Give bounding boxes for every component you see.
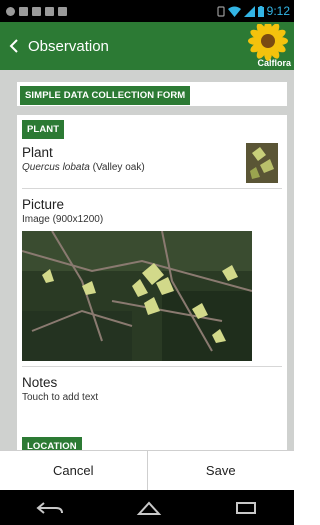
notification-icon bbox=[45, 6, 54, 16]
action-bar: Cancel Save bbox=[0, 450, 294, 490]
observation-photo[interactable] bbox=[22, 231, 252, 361]
form-title: SIMPLE DATA COLLECTION FORM bbox=[20, 86, 191, 105]
plant-thumbnail-image bbox=[246, 143, 278, 183]
form-title-card: SIMPLE DATA COLLECTION FORM bbox=[17, 82, 287, 106]
plant-section-card: PLANT Plant Quercus lobata (Valley oak) … bbox=[17, 115, 287, 450]
navigation-bar bbox=[0, 490, 294, 525]
notification-icon bbox=[32, 6, 41, 16]
plant-field-label: Plant bbox=[22, 145, 53, 160]
form-content[interactable]: SIMPLE DATA COLLECTION FORM PLANT Plant … bbox=[0, 70, 294, 450]
notification-icon bbox=[58, 6, 67, 16]
chevron-left-icon bbox=[9, 39, 18, 53]
plant-section-header: PLANT bbox=[22, 120, 65, 139]
notes-field-label: Notes bbox=[22, 375, 58, 390]
vibrate-icon bbox=[217, 5, 225, 17]
app-title: Observation bbox=[28, 37, 109, 55]
back-nav-icon[interactable] bbox=[36, 501, 64, 515]
common-name: (Valley oak) bbox=[92, 162, 145, 173]
home-nav-icon[interactable] bbox=[135, 500, 163, 516]
save-button[interactable]: Save bbox=[146, 451, 295, 490]
app-bar: Observation Calflora bbox=[0, 22, 294, 70]
location-section-header: LOCATION bbox=[22, 437, 82, 450]
plant-field-value: Quercus lobata (Valley oak) bbox=[22, 162, 282, 173]
back-button[interactable] bbox=[0, 22, 28, 70]
picture-field-label: Picture bbox=[22, 197, 65, 212]
status-time: 9:12 bbox=[266, 4, 290, 18]
battery-icon bbox=[257, 5, 264, 17]
system-icons: 9:12 bbox=[217, 4, 290, 18]
notes-field-hint: Touch to add text bbox=[22, 392, 99, 403]
notification-icon bbox=[19, 6, 28, 16]
plant-thumbnail bbox=[246, 143, 278, 183]
recents-nav-icon[interactable] bbox=[234, 500, 258, 516]
plant-field[interactable]: Plant Quercus lobata (Valley oak) bbox=[22, 139, 282, 189]
signal-icon bbox=[243, 5, 255, 17]
notes-field[interactable]: Notes Touch to add text bbox=[22, 367, 282, 411]
picture-field[interactable]: Picture Image (900x1200) bbox=[22, 189, 282, 367]
location-section-card: LOCATION bbox=[17, 432, 287, 450]
scientific-name: Quercus lobata bbox=[22, 162, 90, 173]
cancel-button[interactable]: Cancel bbox=[0, 451, 147, 490]
wifi-icon bbox=[227, 6, 241, 17]
picture-field-info: Image (900x1200) bbox=[22, 214, 104, 225]
logo-text: Calflora bbox=[257, 58, 291, 68]
notification-icons bbox=[6, 6, 67, 16]
notification-icon bbox=[6, 6, 15, 16]
status-bar: 9:12 bbox=[0, 0, 294, 22]
